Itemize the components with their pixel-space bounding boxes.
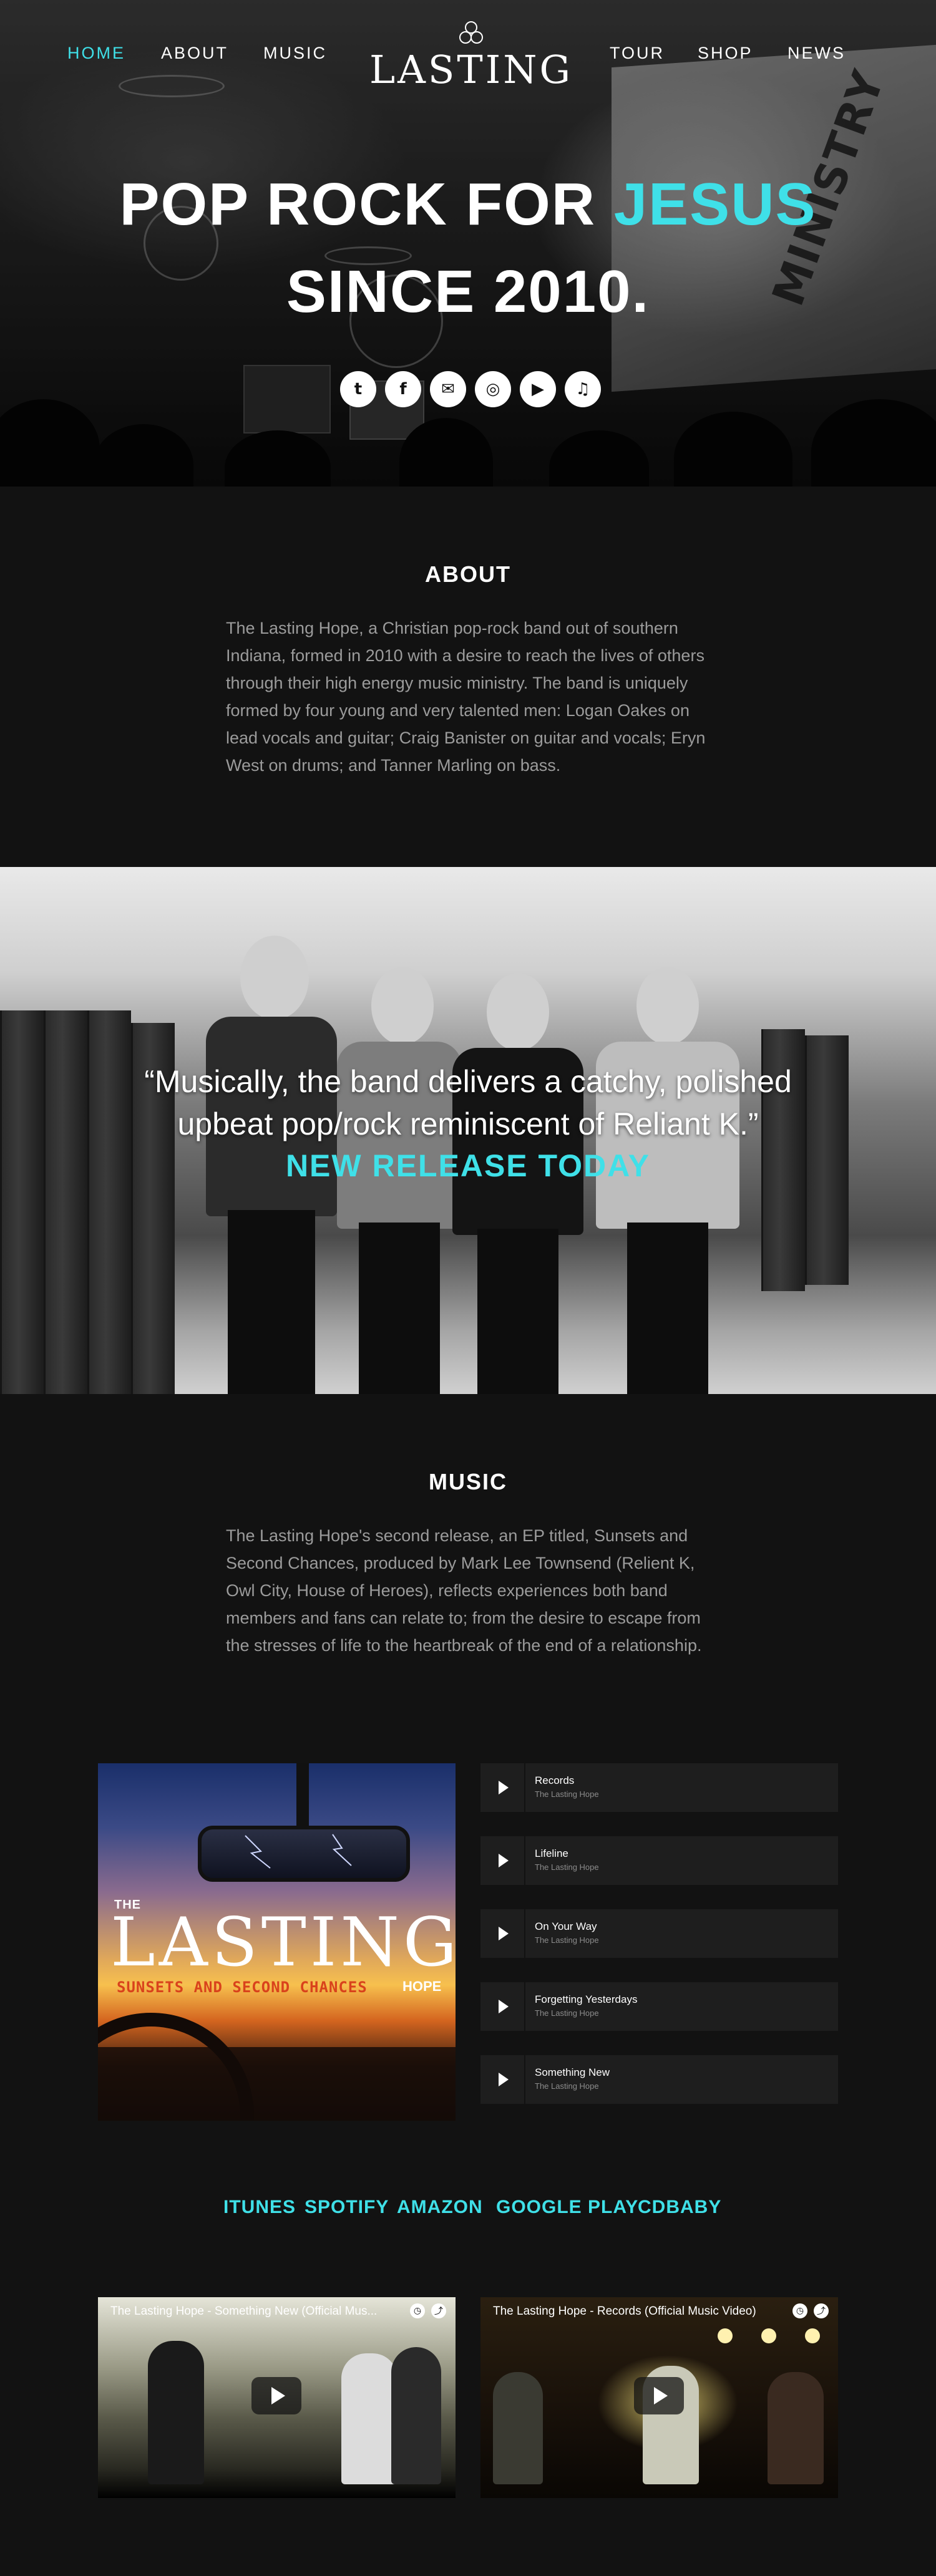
share-icon[interactable]: ⤴ <box>431 2303 446 2318</box>
play-button[interactable] <box>480 2055 525 2104</box>
store-link-cdbaby[interactable]: CDBABY <box>638 2197 721 2218</box>
video-title: The Lasting Hope - Something New (Offici… <box>110 2305 378 2318</box>
youtube-icon[interactable]: ▶ <box>520 371 556 407</box>
track-item[interactable]: Lifeline The Lasting Hope <box>480 1836 838 1885</box>
performer <box>341 2353 397 2484</box>
track-name: Records <box>535 1775 575 1786</box>
hero-title-line1: POP ROCK FOR <box>119 171 614 238</box>
store-links: ITUNES SPOTIFY AMAZON GOOGLE PLAY CDBABY <box>0 2197 936 2222</box>
track-item[interactable]: Something New The Lasting Hope <box>480 2055 838 2104</box>
stage-light <box>718 2328 733 2343</box>
track-name: Forgetting Yesterdays <box>535 1993 638 2005</box>
band-photo-section: “Musically, the band delivers a catchy, … <box>0 867 936 1394</box>
play-icon <box>654 2387 668 2404</box>
play-button[interactable] <box>480 1836 525 1885</box>
track-name: Lifeline <box>535 1847 568 1859</box>
track-artist: The Lasting Hope <box>535 1862 599 1872</box>
press-quote-line1: “Musically, the band delivers a catchy, … <box>144 1064 792 1099</box>
nav-item-home[interactable]: HOME <box>67 44 125 63</box>
track-item[interactable]: On Your Way The Lasting Hope <box>480 1909 838 1958</box>
track-item[interactable]: Forgetting Yesterdays The Lasting Hope <box>480 1982 838 2031</box>
play-icon <box>271 2387 285 2404</box>
track-artist: The Lasting Hope <box>535 2081 599 2091</box>
about-text: The Lasting Hope, a Christian pop-rock b… <box>226 619 706 775</box>
twitter-icon[interactable]: t <box>340 371 376 407</box>
lightning-icon <box>245 1834 352 1869</box>
play-icon <box>499 1781 509 1794</box>
new-release-link[interactable]: NEW RELEASE TODAY <box>0 1148 936 1184</box>
steering-wheel <box>98 2013 254 2121</box>
nav-item-tour[interactable]: TOUR <box>610 44 665 63</box>
clock-icon[interactable]: ◷ <box>410 2303 425 2318</box>
logo-text: LASTING <box>369 47 573 92</box>
press-quote: “Musically, the band delivers a catchy, … <box>0 1060 936 1145</box>
email-icon[interactable]: ✉ <box>430 371 466 407</box>
store-link-google-play[interactable]: GOOGLE PLAY <box>496 2197 638 2218</box>
performer <box>148 2341 204 2484</box>
press-quote-line2: upbeat pop/rock reminiscent of Reliant K… <box>177 1106 759 1141</box>
clock-icon[interactable]: ◷ <box>792 2303 807 2318</box>
track-artist: The Lasting Hope <box>535 1789 599 1799</box>
performer <box>493 2372 543 2484</box>
knot-logo-icon <box>459 21 483 44</box>
play-icon <box>499 1927 509 1940</box>
nav-item-shop[interactable]: SHOP <box>698 44 753 63</box>
store-link-spotify[interactable]: SPOTIFY <box>305 2197 389 2218</box>
nav-item-news[interactable]: NEWS <box>787 44 846 63</box>
play-button[interactable] <box>480 1982 525 2031</box>
video-title: The Lasting Hope - Records (Official Mus… <box>493 2305 756 2318</box>
nav-item-about[interactable]: ABOUT <box>161 44 228 63</box>
track-artist: The Lasting Hope <box>535 1935 599 1945</box>
track-name: On Your Way <box>535 1920 597 1932</box>
music-title: MUSIC <box>429 1469 507 1494</box>
hero-title-accent: JESUS <box>613 171 817 238</box>
about-title: ABOUT <box>425 561 511 587</box>
music-text: The Lasting Hope's second release, an EP… <box>226 1526 702 1655</box>
hero-title: POP ROCK FOR JESUS SINCE 2010. <box>0 161 936 336</box>
album-hope: HOPE <box>402 1978 442 1994</box>
video-embed[interactable]: The Lasting Hope - Records (Official Mus… <box>480 2297 838 2498</box>
store-link-amazon[interactable]: AMAZON <box>397 2197 483 2218</box>
play-icon <box>499 1854 509 1867</box>
play-icon <box>499 2000 509 2013</box>
stage-light <box>805 2328 820 2343</box>
album-lasting: LASTING <box>110 1904 456 1982</box>
video-embed[interactable]: The Lasting Hope - Something New (Offici… <box>98 2297 456 2498</box>
play-button[interactable] <box>480 1763 525 1812</box>
performer <box>768 2372 824 2484</box>
video-play-button[interactable] <box>634 2377 684 2414</box>
stage-light <box>761 2328 776 2343</box>
hero-title-line2: SINCE 2010. <box>286 258 650 325</box>
track-item[interactable]: Records The Lasting Hope <box>480 1763 838 1812</box>
play-icon <box>499 2073 509 2086</box>
share-icon[interactable]: ⤴ <box>814 2303 829 2318</box>
rearview-mirror <box>198 1826 410 1882</box>
facebook-icon[interactable]: f <box>385 371 421 407</box>
mirror-arm <box>296 1763 309 1828</box>
album-subtitle: SUNSETS AND SECOND CHANCES <box>117 1978 368 1996</box>
track-artist: The Lasting Hope <box>535 2008 599 2018</box>
social-links: t f ✉ ◎ ▶ ♫ <box>340 371 602 409</box>
play-button[interactable] <box>480 1909 525 1958</box>
instagram-icon[interactable]: ◎ <box>475 371 511 407</box>
album-cover: THE LASTING SUNSETS AND SECOND CHANCES H… <box>98 1763 456 2121</box>
band-logo[interactable]: LASTING <box>368 19 574 94</box>
video-play-button[interactable] <box>251 2377 301 2414</box>
nav-item-music[interactable]: MUSIC <box>263 44 327 63</box>
track-name: Something New <box>535 2066 610 2078</box>
performer <box>391 2347 441 2484</box>
store-link-itunes[interactable]: ITUNES <box>223 2197 296 2218</box>
music-note-icon[interactable]: ♫ <box>565 371 601 407</box>
hero-section: MINISTRY HOME ABOUT MUSIC TOUR SHOP NEWS… <box>0 0 936 487</box>
